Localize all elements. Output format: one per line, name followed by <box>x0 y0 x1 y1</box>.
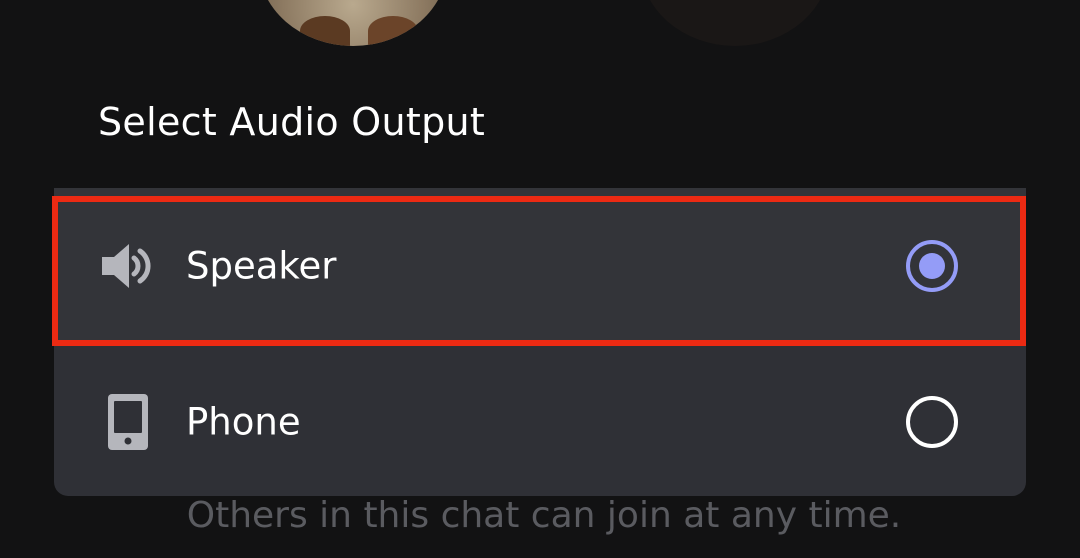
phone-icon <box>108 394 148 450</box>
radio-selected[interactable] <box>904 238 960 294</box>
speaker-icon <box>102 244 151 288</box>
dialog-title: Select Audio Output <box>98 100 486 144</box>
radio-unselected[interactable] <box>904 394 960 450</box>
option-speaker[interactable]: Speaker <box>52 188 1026 346</box>
option-phone-label: Phone <box>186 400 301 444</box>
footer-note: Others in this chat can join at any time… <box>186 495 902 536</box>
participant-avatar <box>258 0 448 46</box>
option-speaker-label: Speaker <box>186 244 337 288</box>
audio-output-options: Speaker Phone <box>52 188 1026 496</box>
participant-avatar <box>640 0 830 46</box>
option-phone[interactable]: Phone <box>54 344 1026 500</box>
